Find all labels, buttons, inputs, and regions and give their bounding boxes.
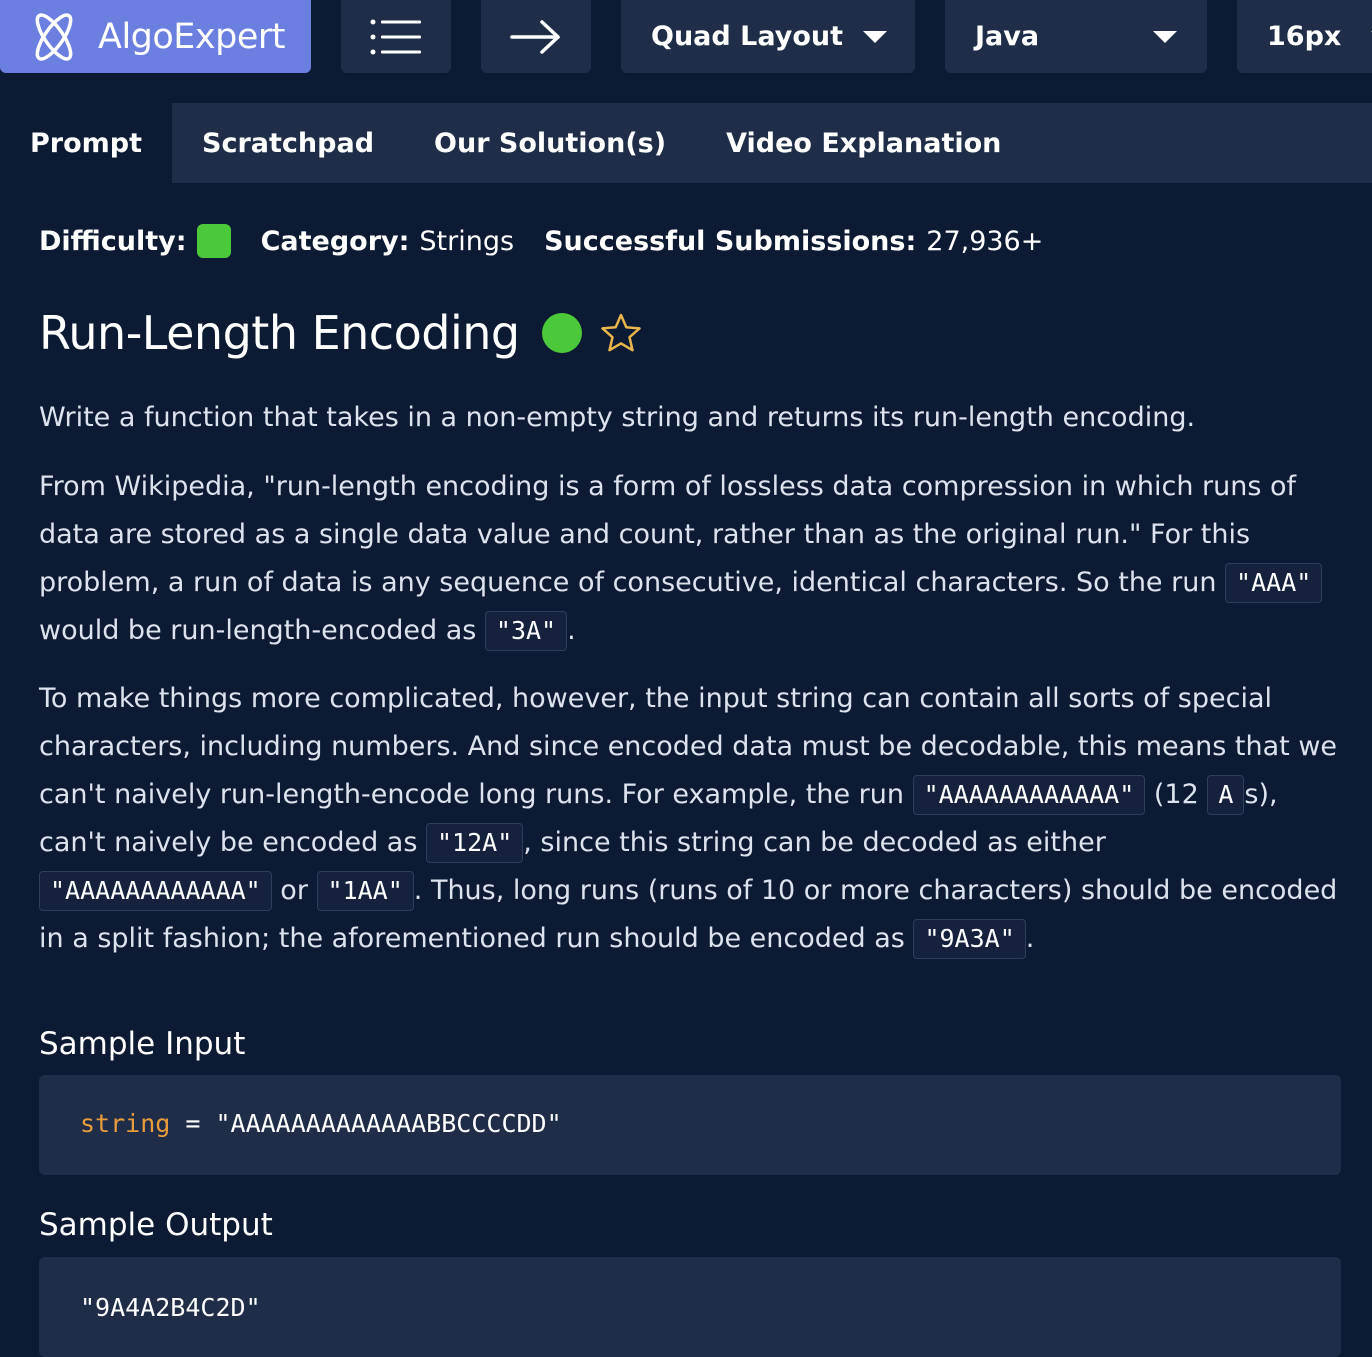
algoexpert-logo-icon: [35, 12, 73, 61]
text-span: .: [1025, 923, 1035, 954]
code-variable: string: [80, 1109, 171, 1138]
tab-bar: Prompt Scratchpad Our Solution(s) Video …: [0, 103, 1372, 183]
text-span: .: [567, 615, 576, 646]
title-row: Run-Length Encoding: [39, 306, 642, 360]
chevron-down-icon: [863, 30, 887, 43]
tab-scratchpad[interactable]: Scratchpad: [172, 103, 404, 183]
inline-code: "AAAAAAAAAAAA": [912, 775, 1146, 815]
tab-our-solutions[interactable]: Our Solution(s): [404, 103, 696, 183]
inline-code: "9A3A": [913, 919, 1026, 959]
code-value: "AAAAAAAAAAAAABBCCCCDD": [215, 1109, 562, 1138]
problem-list-button[interactable]: [341, 0, 451, 73]
layout-select-label: Quad Layout: [651, 21, 843, 52]
prompt-paragraph-1: Write a function that takes in a non-emp…: [39, 402, 1196, 433]
arrow-right-icon: [510, 19, 560, 54]
sample-input-code: string = "AAAAAAAAAAAAABBCCCCDD": [80, 1109, 562, 1138]
algoexpert-logo-button[interactable]: AlgoExpert: [0, 0, 311, 73]
prompt-paragraph-2: From Wikipedia, "run-length encoding is …: [39, 463, 1339, 655]
inline-code: "1AA": [316, 871, 414, 911]
inline-code: "3A": [484, 611, 568, 651]
next-question-button[interactable]: [481, 0, 591, 73]
inline-code: A: [1207, 775, 1245, 815]
chevron-down-icon: [1153, 30, 1177, 43]
star-icon[interactable]: [600, 312, 642, 354]
sample-input-block: string = "AAAAAAAAAAAAABBCCCCDD": [39, 1075, 1341, 1175]
layout-select[interactable]: Quad Layout: [621, 0, 915, 73]
tab-prompt[interactable]: Prompt: [0, 103, 173, 183]
inline-code: "AAA": [1225, 563, 1323, 603]
category-label: Category:: [260, 225, 410, 257]
sample-input-heading: Sample Input: [39, 1026, 246, 1062]
language-select-label: Java: [975, 21, 1040, 52]
brand-name: AlgoExpert: [98, 16, 286, 57]
list-icon: [370, 19, 421, 54]
completion-status-icon: [541, 313, 582, 353]
code-operator: =: [170, 1109, 216, 1138]
text-span: From Wikipedia, "run-length encoding is …: [39, 471, 1297, 598]
inline-code: "AAAAAAAAAAAA": [39, 871, 272, 911]
tab-video-explanation[interactable]: Video Explanation: [696, 103, 1031, 183]
problem-meta: Difficulty: Category: Strings Successful…: [39, 224, 1043, 258]
submissions-label: Successful Submissions:: [544, 225, 917, 257]
sample-output-block: "9A4A2B4C2D": [39, 1257, 1341, 1357]
prompt-paragraph-3: To make things more complicated, however…: [39, 675, 1339, 963]
difficulty-indicator: [196, 224, 231, 258]
text-span: would be run-length-encoded as: [39, 615, 485, 646]
text-span: or: [271, 875, 317, 906]
sample-output-code: "9A4A2B4C2D": [80, 1293, 261, 1322]
category-value: Strings: [419, 225, 515, 257]
font-size-select[interactable]: 16px: [1237, 0, 1372, 73]
submissions-value: 27,936+: [926, 225, 1044, 257]
page-title: Run-Length Encoding: [39, 306, 520, 360]
language-select[interactable]: Java: [945, 0, 1207, 73]
sample-output-heading: Sample Output: [39, 1207, 273, 1243]
text-span: , since this string can be decoded as ei…: [523, 827, 1106, 858]
top-toolbar: AlgoExpert Quad Layout Java 16px: [0, 0, 1372, 73]
text-span: (12: [1145, 779, 1208, 810]
difficulty-label: Difficulty:: [39, 225, 187, 257]
font-size-select-label: 16px: [1267, 21, 1342, 52]
inline-code: "12A": [426, 823, 524, 863]
